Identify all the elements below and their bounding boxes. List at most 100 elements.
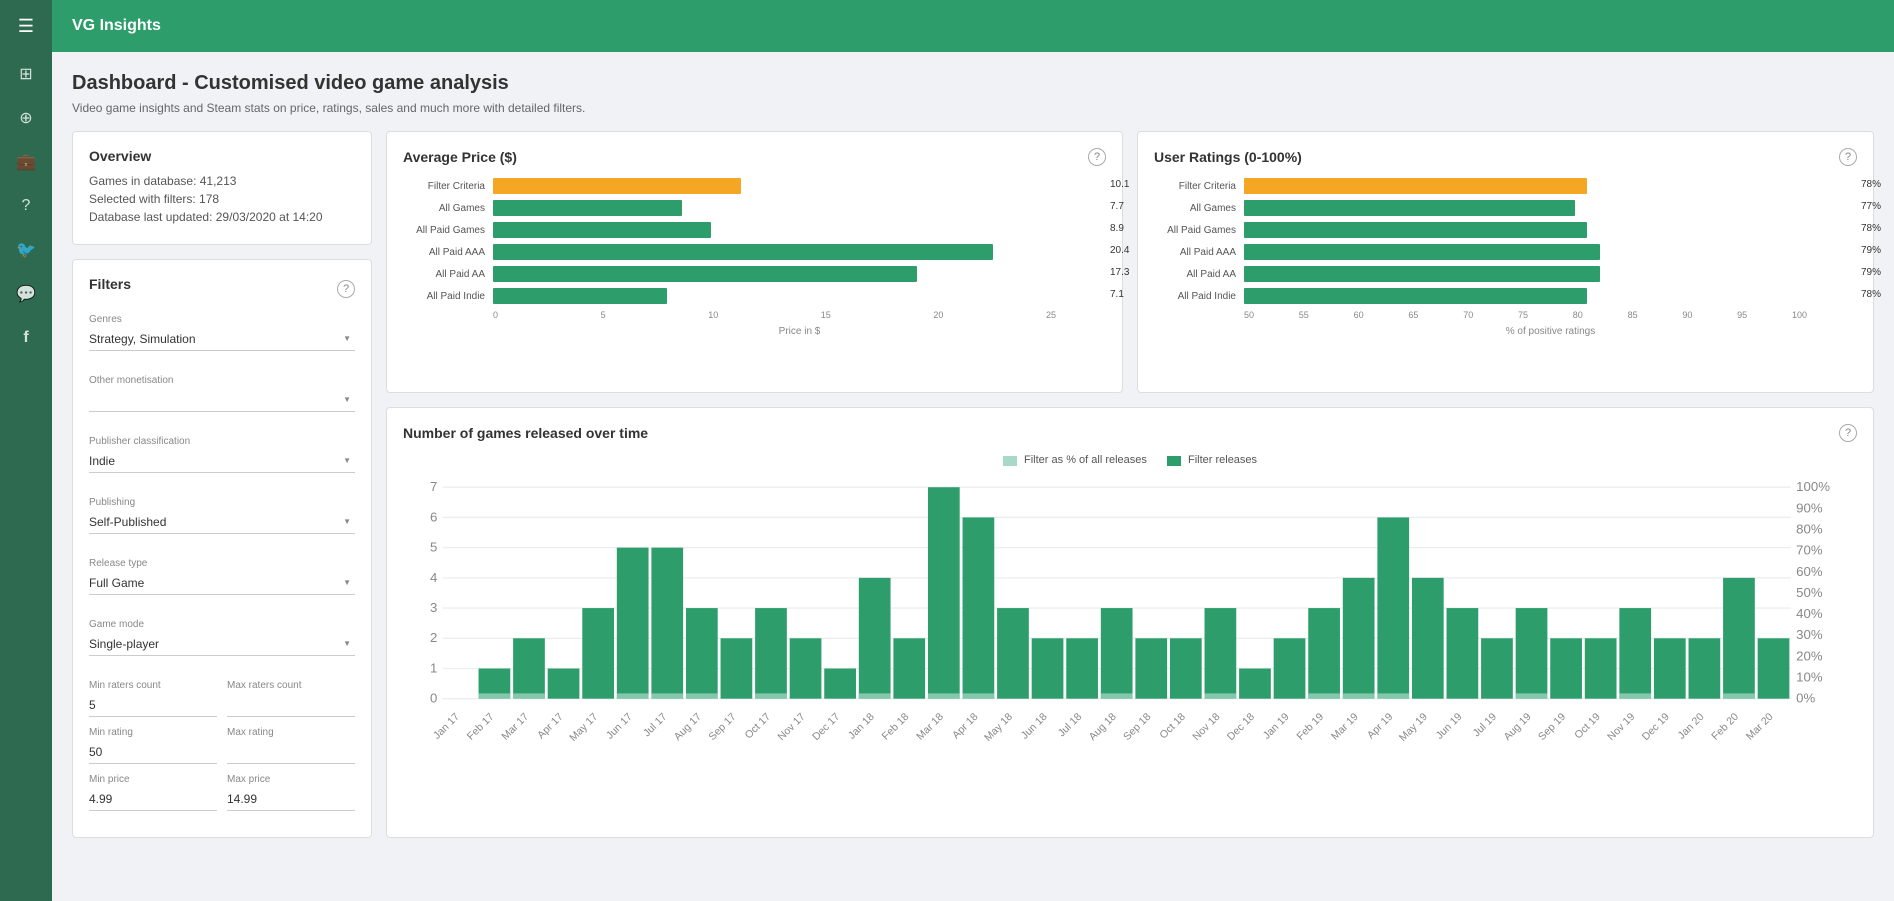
x-label: Feb 19 <box>1294 711 1326 743</box>
min-rating-col: Min rating <box>89 727 217 764</box>
tick: 10 <box>708 310 718 320</box>
stat-games-db: Games in database: 41,213 <box>89 174 355 188</box>
menu-icon: ☰ <box>18 16 34 37</box>
x-label: Jan 19 <box>1261 711 1292 742</box>
avg-price-title: Average Price ($) <box>403 149 517 165</box>
min-rating-input[interactable] <box>89 741 217 764</box>
publishing-select[interactable]: Self-Published <box>89 511 355 534</box>
x-label: Nov 17 <box>776 711 808 743</box>
y-tick: 6 <box>430 510 437 525</box>
game-mode-wrapper: Single-player <box>89 633 355 668</box>
time-chart-help-icon[interactable]: ? <box>1839 424 1857 442</box>
sidebar-item-add[interactable]: ⊕ <box>0 96 52 140</box>
time-bar <box>997 609 1029 700</box>
x-label: Aug 19 <box>1501 711 1533 743</box>
y-tick: 1 <box>430 661 437 676</box>
time-bar <box>582 609 614 700</box>
y-tick: 7 <box>430 480 437 495</box>
time-bar <box>1343 578 1375 699</box>
bar-row: All Paid Indie 78% <box>1154 288 1857 304</box>
page-title: Dashboard - Customised video game analys… <box>72 72 1874 95</box>
bar-row: All Paid Games 78% <box>1154 222 1857 238</box>
time-bar <box>1654 639 1686 699</box>
max-raters-input[interactable] <box>227 694 355 717</box>
tick: 5 <box>601 310 606 320</box>
x-label: Oct 19 <box>1572 711 1603 742</box>
release-select[interactable]: Full Game <box>89 572 355 595</box>
pct-bar <box>1101 694 1133 699</box>
max-rating-input[interactable] <box>227 741 355 764</box>
x-label: Aug 18 <box>1087 711 1119 743</box>
sidebar-item-facebook[interactable]: f <box>0 316 52 360</box>
bar-row: All Games 7.7 <box>403 200 1106 216</box>
x-label: Mar 18 <box>914 711 946 743</box>
user-ratings-header: User Ratings (0-100%) ? <box>1154 148 1857 166</box>
monetisation-wrapper <box>89 389 355 424</box>
publishing-label: Publishing <box>89 497 355 508</box>
bar-row: All Paid AA 79% <box>1154 266 1857 282</box>
sidebar-toggle[interactable]: ☰ <box>0 0 52 52</box>
bar <box>1244 178 1587 194</box>
x-label: Oct 18 <box>1157 711 1188 742</box>
time-bar <box>1205 609 1237 700</box>
max-price-input[interactable] <box>227 788 355 811</box>
release-label: Release type <box>89 558 355 569</box>
genres-select[interactable]: Strategy, Simulation <box>89 328 355 351</box>
pct-bar <box>479 694 511 699</box>
sidebar-item-help[interactable]: ? <box>0 184 52 228</box>
y-tick: 3 <box>430 601 437 616</box>
pct-bar <box>1723 694 1755 699</box>
add-icon: ⊕ <box>19 108 32 128</box>
time-bar <box>1412 578 1444 699</box>
bar-row: All Games 77% <box>1154 200 1857 216</box>
x-label: Feb 17 <box>465 711 497 743</box>
bar-label: All Paid Indie <box>403 291 493 302</box>
time-bar <box>1135 639 1167 699</box>
x-label: Oct 17 <box>743 711 774 742</box>
min-price-input[interactable] <box>89 788 217 811</box>
y-right-tick: 20% <box>1796 649 1823 664</box>
y-right-tick: 40% <box>1796 607 1823 622</box>
bar-row: Filter Criteria 78% <box>1154 178 1857 194</box>
game-mode-label: Game mode <box>89 619 355 630</box>
time-bar <box>1550 639 1582 699</box>
bar <box>1244 288 1587 304</box>
bar <box>1244 222 1587 238</box>
monetisation-select[interactable] <box>89 389 355 412</box>
left-column: Overview Games in database: 41,213 Selec… <box>72 131 372 838</box>
min-raters-input[interactable] <box>89 694 217 717</box>
topbar: VG Insights <box>52 0 1894 52</box>
tick: 65 <box>1408 310 1418 320</box>
y-right-tick: 80% <box>1796 522 1823 537</box>
bar-container: 8.9 <box>493 222 1106 238</box>
x-label: Mar 17 <box>499 711 531 743</box>
bar <box>1244 200 1575 216</box>
sidebar-item-discord[interactable]: 💬 <box>0 272 52 316</box>
user-ratings-help-icon[interactable]: ? <box>1839 148 1857 166</box>
x-label: Jul 17 <box>641 711 670 740</box>
bar-label: All Paid Games <box>403 225 493 236</box>
tick: 95 <box>1737 310 1747 320</box>
game-mode-select[interactable]: Single-player <box>89 633 355 656</box>
avg-price-help-icon[interactable]: ? <box>1088 148 1106 166</box>
price-row: Min price Max price <box>89 774 355 811</box>
bar-value: 79% <box>1861 267 1881 278</box>
time-bar <box>1585 639 1617 699</box>
sidebar-item-dashboard[interactable]: ⊞ <box>0 52 52 96</box>
axis-title: Price in $ <box>493 326 1106 337</box>
x-label: Jun 18 <box>1019 711 1050 742</box>
sidebar-item-twitter[interactable]: 🐦 <box>0 228 52 272</box>
y-right-tick: 30% <box>1796 628 1823 643</box>
sidebar-item-portfolio[interactable]: 💼 <box>0 140 52 184</box>
max-price-col: Max price <box>227 774 355 811</box>
tick: 75 <box>1518 310 1528 320</box>
bar <box>493 288 667 304</box>
time-bar <box>1066 639 1098 699</box>
publisher-select[interactable]: Indie <box>89 450 355 473</box>
axis-ticks: 50556065707580859095100 <box>1244 310 1857 320</box>
overview-panel: Overview Games in database: 41,213 Selec… <box>72 131 372 245</box>
bar-row: All Paid Indie 7.1 <box>403 288 1106 304</box>
app-title: VG Insights <box>72 17 161 35</box>
filters-help-icon[interactable]: ? <box>337 280 355 298</box>
y-right-tick: 60% <box>1796 564 1823 579</box>
